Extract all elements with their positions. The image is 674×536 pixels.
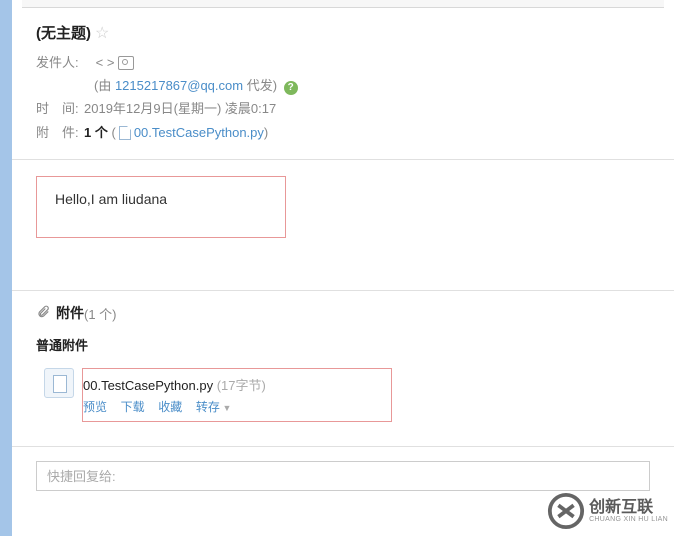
paperclip-icon — [36, 305, 50, 322]
time-label: 时 间: — [36, 97, 84, 121]
attachment-highlight: 00.TestCasePython.py (17字节) 预览 下载 收藏 转存 … — [82, 368, 392, 422]
body-content-highlight: Hello,I am liudana — [36, 176, 286, 238]
sender-value: < > — [96, 51, 115, 75]
watermark-text: 创新互联 CHUANG XIN HU LIAN — [589, 500, 668, 523]
proxy-prefix: (由 — [94, 78, 115, 93]
top-divider — [22, 0, 664, 8]
attachment-label: 附 件: — [36, 121, 84, 145]
attachment-info: 00.TestCasePython.py (17字节) 预览 下载 收藏 转存 … — [83, 375, 379, 415]
watermark: 创新互联 CHUANG XIN HU LIAN — [547, 492, 668, 530]
time-value: 2019年12月9日(星期一) 凌晨0:17 — [84, 97, 276, 121]
sender-row: 发件人: < > — [36, 51, 654, 75]
sender-label: 发件人: — [36, 51, 84, 75]
normal-attachment-label: 普通附件 — [36, 335, 654, 354]
watermark-en: CHUANG XIN HU LIAN — [589, 516, 668, 523]
file-icon-large — [44, 368, 74, 398]
star-icon[interactable]: ☆ — [95, 23, 109, 43]
attachment-item-size: (17字节) — [217, 378, 266, 393]
attachment-actions: 预览 下载 收藏 转存 ▼ — [83, 398, 379, 415]
attachment-section-count: (1 个) — [84, 304, 117, 323]
chevron-down-icon: ▼ — [220, 403, 231, 413]
subject-row: (无主题) ☆ — [36, 22, 654, 43]
attachment-item-row: 00.TestCasePython.py (17字节) 预览 下载 收藏 转存 … — [36, 360, 654, 430]
help-icon[interactable]: ? — [284, 81, 298, 95]
forward-link[interactable]: 转存 ▼ — [196, 400, 231, 414]
proxy-row: (由 1215217867@qq.com 代发) ? — [36, 75, 654, 97]
download-link[interactable]: 下载 — [121, 400, 145, 414]
paren-close: ) — [264, 121, 268, 145]
favorite-link[interactable]: 收藏 — [158, 400, 182, 414]
attachment-count: 1 个 — [84, 121, 108, 145]
attachment-section: 附件 (1 个) 普通附件 00.TestCasePython.py (17字节… — [12, 290, 674, 446]
sender-bracket-open — [88, 51, 92, 75]
mail-container: (无主题) ☆ 发件人: < > (由 1215217867@qq.com 代发… — [12, 0, 674, 505]
proxy-email: 1215217867@qq.com — [115, 78, 243, 93]
attachment-section-title: 附件 — [56, 303, 84, 323]
attachment-item-filename: 00.TestCasePython.py — [83, 378, 213, 393]
paren-open: ( — [111, 121, 115, 145]
subject-text: (无主题) — [36, 22, 91, 43]
body-text: Hello,I am liudana — [55, 191, 167, 207]
preview-link[interactable]: 预览 — [83, 400, 107, 414]
mail-header: (无主题) ☆ 发件人: < > (由 1215217867@qq.com 代发… — [12, 8, 674, 160]
attachment-filename-link[interactable]: 00.TestCasePython.py — [134, 121, 264, 145]
watermark-logo-icon — [547, 492, 585, 530]
proxy-suffix: 代发) — [243, 78, 277, 93]
mail-body: Hello,I am liudana — [12, 160, 674, 290]
time-row: 时 间: 2019年12月9日(星期一) 凌晨0:17 — [36, 97, 654, 121]
sidebar-accent — [0, 0, 12, 536]
attachment-meta-row: 附 件: 1 个 ( 00.TestCasePython.py ) — [36, 121, 654, 145]
contact-card-icon[interactable] — [118, 56, 134, 70]
file-icon — [119, 126, 131, 140]
attachment-header: 附件 (1 个) — [36, 303, 654, 323]
watermark-cn: 创新互联 — [589, 500, 668, 516]
quick-reply-input[interactable] — [36, 461, 650, 491]
